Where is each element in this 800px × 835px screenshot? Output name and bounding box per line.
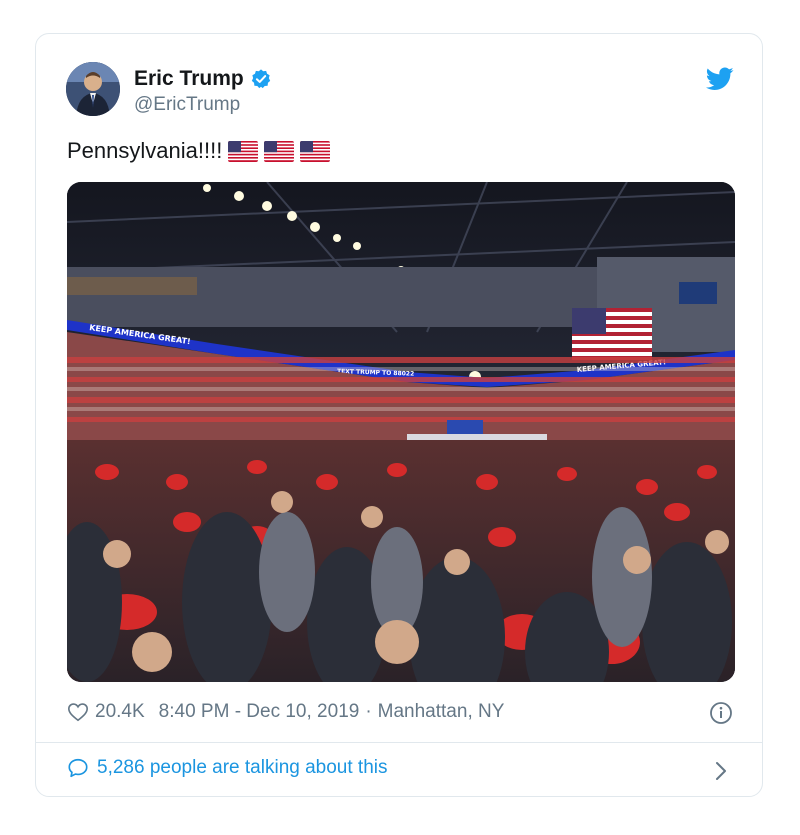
author-handle[interactable]: @EricTrump: [134, 94, 240, 116]
like-count[interactable]: 20.4K: [95, 701, 145, 723]
tweet-meta-row: 20.4K 8:40 PM - Dec 10, 2019 · Manhattan…: [67, 701, 504, 723]
arena-flag: [572, 308, 652, 360]
speech-bubble-icon: [68, 758, 88, 778]
tweet-photo[interactable]: KEEP AMERICA GREAT! TEXT TRUMP TO 88022 …: [67, 182, 735, 682]
us-flag-icon: [228, 140, 259, 162]
heart-icon[interactable]: [67, 701, 89, 723]
info-icon[interactable]: [709, 701, 733, 725]
arena-crowd-image: KEEP AMERICA GREAT! TEXT TRUMP TO 88022 …: [67, 182, 735, 682]
author-display-name[interactable]: Eric Trump: [134, 67, 244, 91]
author-avatar[interactable]: [66, 62, 120, 116]
verified-badge-icon: [251, 69, 270, 89]
tweet-card[interactable]: Eric Trump @EricTrump Pennsylvania!!!! K…: [35, 33, 763, 797]
footer-divider: [36, 742, 762, 743]
author-name-row[interactable]: Eric Trump: [134, 67, 272, 91]
chevron-right-icon[interactable]: [714, 761, 728, 781]
twitter-bird-icon[interactable]: [706, 67, 734, 91]
tweet-location[interactable]: Manhattan, NY: [378, 701, 505, 723]
avatar-image: [66, 62, 120, 116]
conversation-link[interactable]: 5,286 people are talking about this: [67, 757, 388, 779]
tweet-text: Pennsylvania!!!!: [67, 138, 223, 163]
tweet-text-row: Pennsylvania!!!!: [67, 138, 331, 164]
us-flag-icon: [300, 140, 331, 162]
conversation-text[interactable]: 5,286 people are talking about this: [97, 757, 388, 779]
meta-separator: ·: [365, 701, 372, 722]
tweet-timestamp[interactable]: 8:40 PM - Dec 10, 2019: [159, 701, 360, 723]
us-flag-icon: [264, 140, 295, 162]
